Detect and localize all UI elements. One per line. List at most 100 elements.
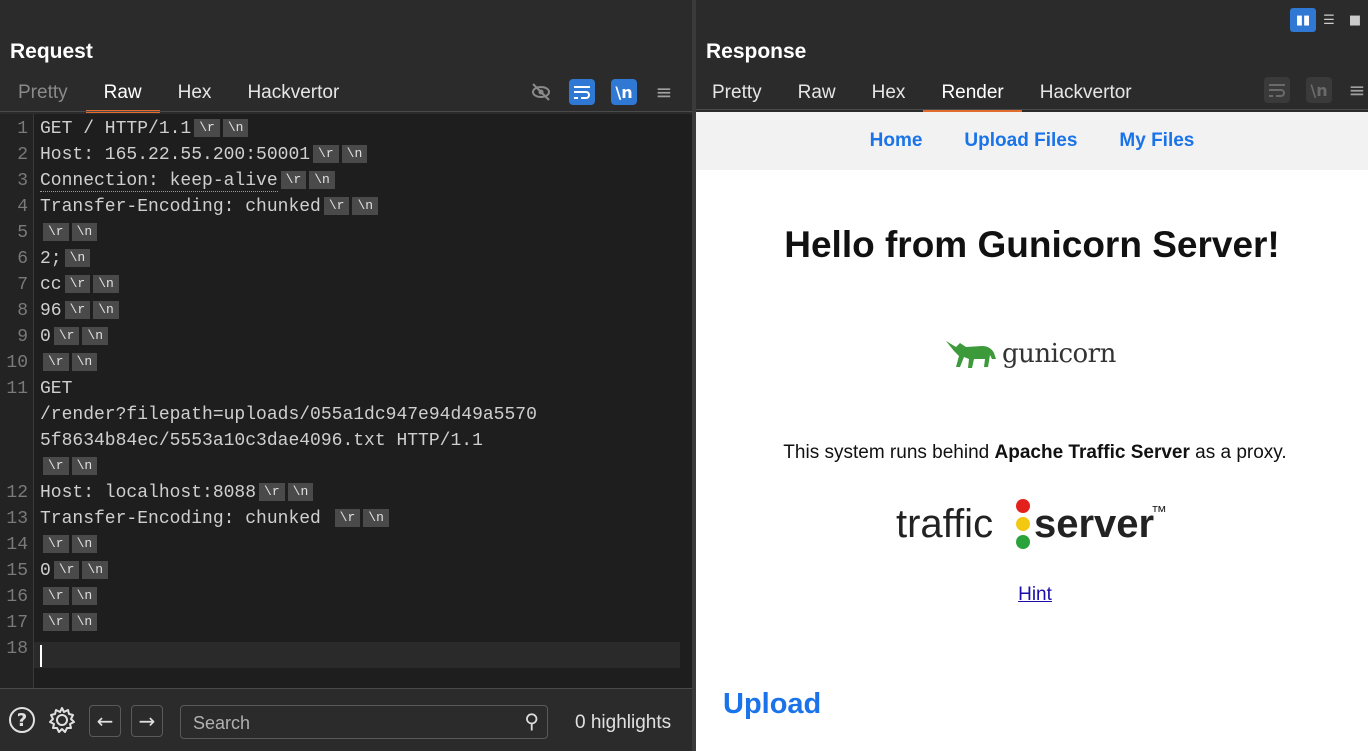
line-text: 0 bbox=[40, 561, 51, 581]
tab-hackvertor[interactable]: Hackvertor bbox=[229, 76, 357, 110]
text-caret bbox=[40, 645, 42, 667]
response-tabs: Pretty Raw Hex Render Hackvertor bbox=[694, 76, 1150, 113]
ts-logo-right: server bbox=[1034, 502, 1155, 546]
show-newlines-button[interactable]: \n bbox=[1306, 77, 1332, 103]
tab-raw[interactable]: Raw bbox=[85, 76, 160, 113]
line-number: 10 bbox=[6, 353, 28, 373]
lf-token: \n bbox=[71, 353, 98, 372]
tab-hex[interactable]: Hex bbox=[854, 76, 924, 110]
line-code: \r \n bbox=[40, 532, 98, 558]
back-arrow-icon[interactable]: ← bbox=[89, 705, 121, 737]
nav-upload-files-link[interactable]: Upload Files bbox=[964, 130, 1077, 152]
ts-trademark: ™ bbox=[1151, 504, 1167, 521]
cr-token: \r bbox=[334, 509, 361, 528]
cr-token: \r bbox=[194, 119, 220, 138]
lf-token: \n bbox=[82, 561, 109, 580]
traffic-light-icon bbox=[1016, 499, 1030, 549]
line-code: Connection: keep-alive \r \n bbox=[40, 168, 335, 194]
line-text: 96 bbox=[40, 301, 62, 321]
layout-side-by-side-icon[interactable]: ▮▮ bbox=[1290, 8, 1316, 32]
line-number: 17 bbox=[6, 613, 28, 633]
line-text: Transfer-Encoding: chunked bbox=[40, 197, 321, 217]
line-number: 6 bbox=[17, 249, 28, 269]
wrap-lines-button[interactable] bbox=[569, 79, 595, 105]
lf-token: \n bbox=[71, 457, 98, 476]
cr-token: \r bbox=[323, 197, 350, 216]
para-text-end: as a proxy. bbox=[1189, 442, 1287, 463]
tab-render[interactable]: Render bbox=[923, 76, 1022, 113]
show-newlines-button[interactable]: \n bbox=[611, 79, 637, 105]
unicorn-icon bbox=[946, 341, 996, 368]
line-code: Transfer-Encoding: chunked \r \n bbox=[40, 194, 379, 220]
lf-token: \n bbox=[93, 275, 119, 294]
editor-line: 11 GET bbox=[0, 376, 692, 402]
tab-raw[interactable]: Raw bbox=[780, 76, 854, 110]
line-code: GET bbox=[40, 376, 72, 402]
response-title: Response bbox=[706, 40, 807, 63]
menu-icon[interactable]: ≡ bbox=[651, 79, 677, 105]
forward-arrow-icon[interactable]: → bbox=[131, 705, 163, 737]
proxy-description: This system runs behind Apache Traffic S… bbox=[696, 442, 1368, 464]
line-number: 11 bbox=[6, 379, 28, 399]
line-number: 8 bbox=[17, 301, 28, 321]
editor-line: 6 2; \n bbox=[0, 246, 692, 272]
editor-line: 10 \r \n bbox=[0, 350, 692, 376]
cr-token: \r bbox=[43, 535, 69, 554]
tab-hackvertor[interactable]: Hackvertor bbox=[1022, 76, 1150, 110]
editor-line: 16 \r \n bbox=[0, 584, 692, 610]
line-code: 96 \r \n bbox=[40, 298, 119, 324]
line-number: 16 bbox=[6, 587, 28, 607]
search-icon[interactable]: ⚲ bbox=[524, 709, 539, 733]
cr-token: \r bbox=[313, 145, 339, 164]
cr-token: \r bbox=[43, 587, 69, 606]
editor-line: 14 \r \n bbox=[0, 532, 692, 558]
lf-token: \n bbox=[309, 171, 335, 190]
lf-token: \n bbox=[363, 509, 389, 528]
editor-line: 5f8634b84ec/5553a10c3dae4096.txt HTTP/1.… bbox=[0, 428, 692, 454]
line-number: 3 bbox=[17, 171, 28, 191]
line-text: 0 bbox=[40, 327, 51, 347]
line-code: \r \n bbox=[40, 220, 98, 246]
tab-pretty[interactable]: Pretty bbox=[0, 76, 86, 110]
gear-icon-svg bbox=[49, 707, 75, 733]
line-code: /render?filepath=uploads/055a1dc947e94d4… bbox=[40, 402, 537, 428]
nav-home-link[interactable]: Home bbox=[870, 130, 923, 152]
cr-token: \r bbox=[64, 275, 91, 294]
cr-token: \r bbox=[43, 457, 69, 476]
cr-token: \r bbox=[280, 171, 307, 190]
wrap-lines-button[interactable] bbox=[1264, 77, 1290, 103]
layout-single-icon[interactable]: ■ bbox=[1342, 8, 1368, 32]
menu-icon[interactable]: ≡ bbox=[1344, 77, 1368, 103]
gear-icon[interactable] bbox=[46, 704, 78, 736]
line-number: 7 bbox=[17, 275, 28, 295]
search-input[interactable] bbox=[191, 710, 515, 736]
hide-nonprintable-icon[interactable] bbox=[528, 79, 554, 105]
line-code: \r \n bbox=[40, 610, 98, 636]
layout-stacked-icon[interactable]: ☰ bbox=[1316, 8, 1342, 32]
line-text: GET bbox=[40, 379, 73, 399]
line-code: 5f8634b84ec/5553a10c3dae4096.txt HTTP/1.… bbox=[40, 428, 483, 454]
lf-token: \n bbox=[82, 327, 109, 346]
help-icon[interactable]: ? bbox=[6, 704, 38, 736]
hint-link[interactable]: Hint bbox=[696, 584, 1368, 606]
lf-token: \n bbox=[93, 301, 119, 320]
lf-token: \n bbox=[71, 613, 98, 632]
request-pane: Request Pretty Raw Hex Hackvertor \n ≡ 1… bbox=[0, 0, 692, 751]
cr-token: \r bbox=[53, 561, 80, 580]
gunicorn-logo-text: gunicorn bbox=[1002, 339, 1116, 369]
response-pane: ▮▮ ☰ ■ Response Pretty Raw Hex Render Ha… bbox=[696, 0, 1368, 751]
layout-toggle-group: ▮▮ ☰ ■ bbox=[1290, 8, 1368, 32]
request-tabs: Pretty Raw Hex Hackvertor bbox=[0, 76, 357, 113]
line-code: 0 \r \n bbox=[40, 324, 109, 350]
traffic-server-logo: traffic server ™ bbox=[896, 494, 1186, 554]
editor-line: 18 bbox=[0, 636, 692, 662]
nav-my-files-link[interactable]: My Files bbox=[1119, 130, 1194, 152]
cr-token: \r bbox=[64, 301, 91, 320]
lf-token: \n bbox=[64, 249, 91, 268]
eye-off-icon bbox=[532, 83, 550, 101]
page-title: Hello from Gunicorn Server! bbox=[784, 224, 1280, 265]
tab-hex[interactable]: Hex bbox=[160, 76, 230, 110]
line-text: Host: 165.22.55.200:50001 bbox=[40, 145, 311, 165]
tab-pretty[interactable]: Pretty bbox=[694, 76, 780, 110]
request-editor[interactable]: 1 GET / HTTP/1.1 \r \n 2 Host: 165.22.55.200:… bbox=[0, 114, 692, 688]
